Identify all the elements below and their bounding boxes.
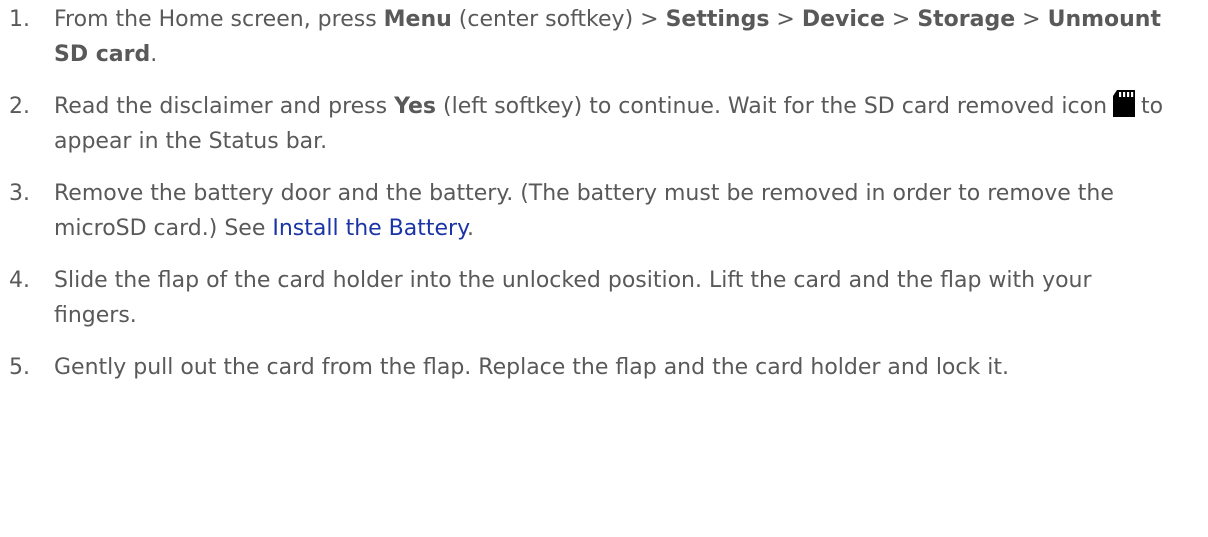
sd-card-removed-icon [1113, 90, 1136, 117]
settings-term: Settings [665, 7, 770, 32]
separator: > [1015, 7, 1048, 32]
instruction-steps: 1. From the Home screen, press Menu (cen… [0, 0, 1208, 385]
step-3: 3. Remove the battery door and the batte… [0, 176, 1208, 246]
step-number: 1. [9, 7, 30, 32]
yes-term: Yes [394, 94, 437, 119]
step-2: 2. Read the disclaimer and press Yes (le… [0, 89, 1208, 159]
step-number: 5. [9, 355, 30, 380]
install-battery-link[interactable]: Install the Battery [272, 216, 467, 241]
step-number: 3. [9, 181, 30, 206]
step-text: From the Home screen, press [54, 7, 384, 32]
step-number: 2. [9, 94, 30, 119]
step-5: 5. Gently pull out the card from the fla… [0, 350, 1208, 385]
step-text: Read the disclaimer and press [54, 94, 395, 119]
step-text: Gently pull out the card from the flap. … [54, 355, 1009, 380]
step-number: 4. [9, 268, 30, 293]
separator: > [769, 7, 802, 32]
step-text: Slide the flap of the card holder into t… [54, 268, 1092, 328]
step-text: (left softkey) to continue. Wait for the… [436, 94, 1108, 119]
step-1: 1. From the Home screen, press Menu (cen… [0, 0, 1208, 72]
separator: > [884, 7, 918, 32]
storage-term: Storage [917, 7, 1016, 32]
step-text: . [150, 42, 158, 67]
menu-term: Menu [383, 7, 452, 32]
step-text: . [466, 216, 474, 241]
step-text: (center softkey) > [451, 7, 666, 32]
device-term: Device [801, 7, 885, 32]
step-4: 4. Slide the flap of the card holder int… [0, 263, 1208, 333]
step-text: Remove the battery door and the battery.… [54, 181, 1114, 241]
